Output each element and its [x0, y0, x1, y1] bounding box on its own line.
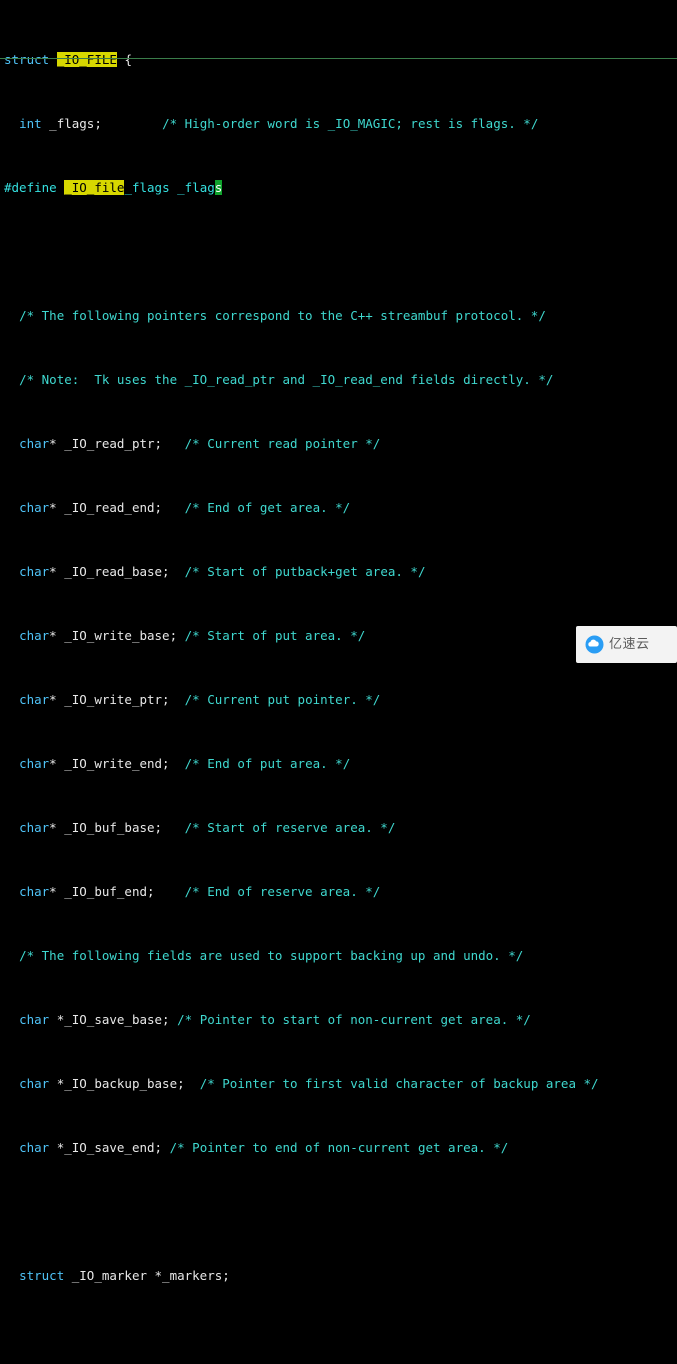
watermark-badge: 亿速云: [576, 626, 677, 663]
code-line: int _flags; /* High-order word is _IO_MA…: [19, 116, 539, 131]
code-viewer: struct _IO_FILE { int _flags; /* High-or…: [0, 0, 677, 1283]
code-line: struct _IO_marker *_markers;: [19, 1268, 230, 1283]
code-line: struct _IO_FILE {: [4, 52, 132, 67]
code-line: char* _IO_read_base; /* Start of putback…: [19, 564, 426, 579]
code-line: char *_IO_backup_base; /* Pointer to fir…: [19, 1076, 599, 1091]
code-line: char *_IO_save_end; /* Pointer to end of…: [19, 1140, 509, 1155]
header-divider: [0, 58, 677, 59]
code-line: /* Note: Tk uses the _IO_read_ptr and _I…: [19, 372, 554, 387]
code-line: char *_IO_save_base; /* Pointer to start…: [19, 1012, 531, 1027]
code-line: char* _IO_read_ptr; /* Current read poin…: [19, 436, 381, 451]
code-line: char* _IO_read_end; /* End of get area. …: [19, 500, 351, 515]
code-line: /* The following fields are used to supp…: [19, 948, 524, 963]
code-line: char* _IO_write_end; /* End of put area.…: [19, 756, 351, 771]
code-line: /* The following pointers correspond to …: [19, 308, 546, 323]
code-line: char* _IO_buf_end; /* End of reserve are…: [19, 884, 381, 899]
watermark-text: 亿速云: [609, 636, 650, 652]
code-listing: struct _IO_FILE { int _flags; /* High-or…: [0, 0, 677, 1364]
code-line: char* _IO_write_ptr; /* Current put poin…: [19, 692, 381, 707]
code-line: char* _IO_buf_base; /* Start of reserve …: [19, 820, 396, 835]
code-line: #define _IO_file_flags _flags: [4, 180, 223, 195]
cloud-icon: [585, 635, 604, 654]
